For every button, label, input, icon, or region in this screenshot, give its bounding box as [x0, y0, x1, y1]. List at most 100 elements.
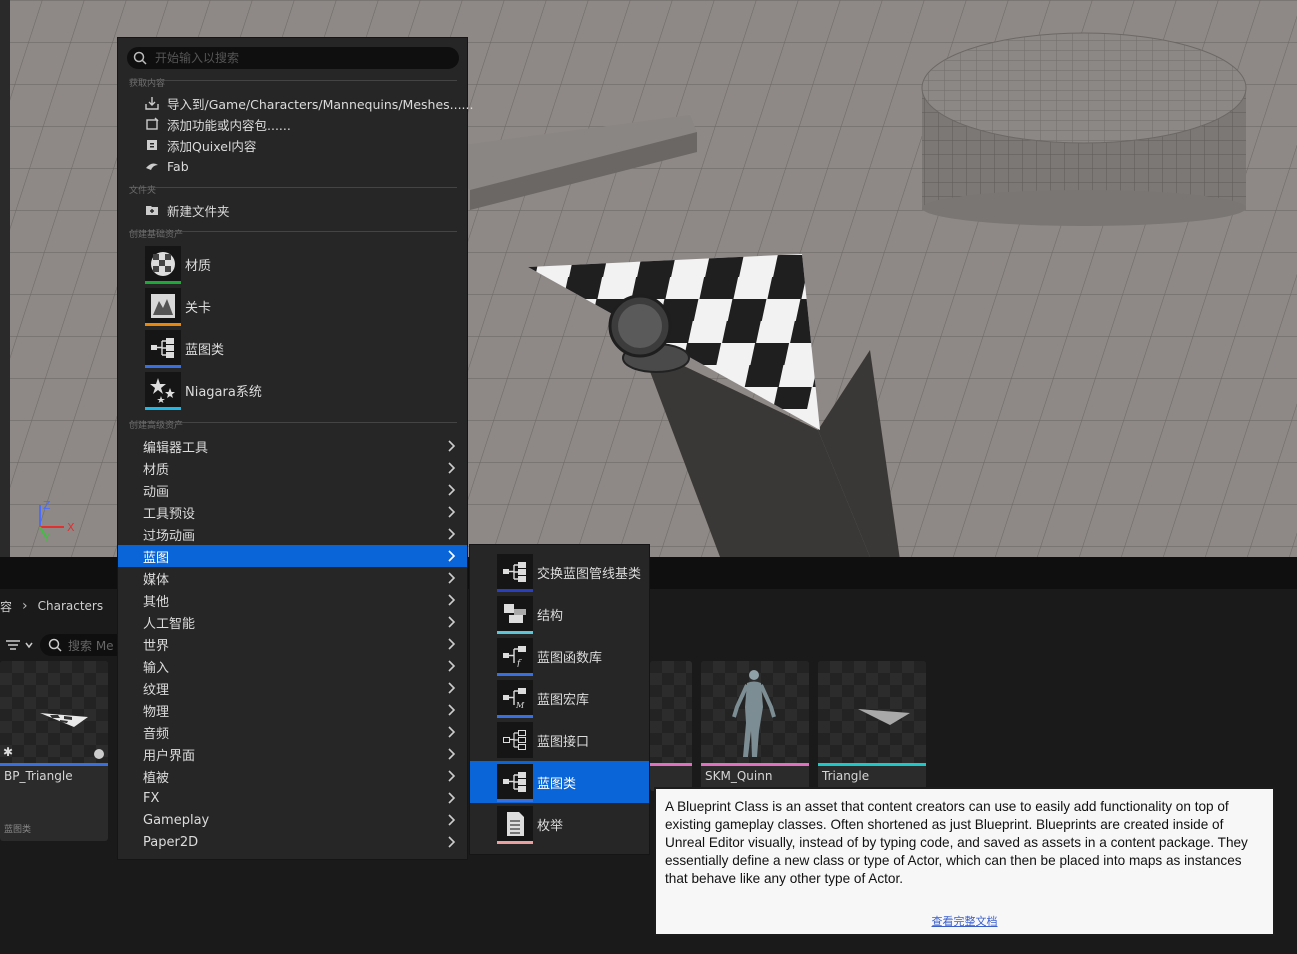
asset-tile-triangle[interactable]: Triangle: [818, 661, 926, 791]
menu-category-editor-tools[interactable]: 编辑器工具: [118, 435, 467, 457]
menu-item-label: 材质: [185, 258, 212, 274]
menu-item-add-quixel[interactable]: 添加Quixel内容: [118, 135, 467, 155]
actor-type-icon: [94, 749, 104, 759]
asset-tile-skm-quinn[interactable]: SKM_Quinn: [701, 661, 809, 791]
submenu-item-function-library[interactable]: f 蓝图函数库: [470, 635, 649, 677]
submenu-item-swap-pipeline-base[interactable]: 交换蓝图管线基类: [470, 551, 649, 593]
menu-item-add-feature-pack[interactable]: 添加功能或内容包......: [118, 114, 467, 134]
menu-item-level[interactable]: 关卡: [145, 286, 455, 326]
menu-category-fx[interactable]: FX: [118, 787, 467, 809]
enum-icon: [497, 806, 533, 844]
viewport-left-edge: [0, 0, 10, 557]
view-full-docs-link[interactable]: 查看完整文档: [656, 913, 1273, 929]
breadcrumb-item-content[interactable]: 容: [0, 598, 12, 615]
chevron-right-icon: [448, 550, 456, 562]
menu-category-foliage[interactable]: 植被: [118, 765, 467, 787]
submenu-item-label: 蓝图接口: [537, 734, 590, 750]
asset-name: Triangle: [822, 769, 870, 783]
struct-icon: [497, 596, 533, 634]
chevron-right-icon: [448, 792, 456, 804]
menu-category-physics[interactable]: 物理: [118, 699, 467, 721]
asset-thumbnail: [818, 661, 926, 763]
menu-item-blueprint-class[interactable]: 蓝图类: [145, 328, 455, 368]
section-header-folder: 文件夹: [129, 186, 157, 196]
menu-category-input[interactable]: 输入: [118, 655, 467, 677]
chevron-right-icon: [448, 572, 456, 584]
menu-item-label: 世界: [143, 638, 170, 654]
chevron-right-icon: ›: [22, 598, 28, 614]
niagara-system-icon: [145, 372, 181, 410]
chevron-right-icon: [448, 484, 456, 496]
tooltip-description: A Blueprint Class is an asset that conte…: [665, 799, 1248, 886]
submenu-item-enum[interactable]: 枚举: [470, 803, 649, 845]
menu-category-user-interface[interactable]: 用户界面: [118, 743, 467, 765]
menu-category-cinematics[interactable]: 过场动画: [118, 523, 467, 545]
menu-item-material[interactable]: 材质: [145, 244, 455, 284]
menu-search-box[interactable]: [127, 47, 459, 69]
svg-text:f: f: [516, 659, 522, 667]
chevron-right-icon: [448, 616, 456, 628]
chevron-right-icon: [448, 726, 456, 738]
submenu-item-blueprint-class[interactable]: 蓝图类: [470, 761, 649, 803]
blueprint-class-tooltip: A Blueprint Class is an asset that conte…: [654, 787, 1275, 936]
menu-item-fab[interactable]: Fab: [118, 156, 467, 176]
submenu-item-interface[interactable]: 蓝图接口: [470, 719, 649, 761]
submenu-item-label: 蓝图类: [537, 776, 577, 792]
asset-search-placeholder: 搜索 Me: [68, 638, 114, 653]
menu-item-import[interactable]: 导入到/Game/Characters/Mannequins/Meshes...…: [118, 93, 473, 113]
content-browser-toolbar: 搜索 Me: [0, 632, 128, 658]
section-header-advanced-assets: 创建高级资产: [129, 421, 184, 431]
asset-tile-partial[interactable]: [650, 661, 692, 791]
menu-item-new-folder[interactable]: 新建文件夹: [118, 200, 467, 220]
menu-category-media[interactable]: 媒体: [118, 567, 467, 589]
filter-icon: [6, 640, 33, 650]
axis-gizmo: Z X Y: [39, 499, 75, 544]
menu-item-label: 其他: [143, 594, 170, 610]
asset-thumbnail: ✱: [0, 661, 108, 763]
import-icon: [145, 96, 159, 110]
menu-category-material[interactable]: 材质: [118, 457, 467, 479]
asset-search-input[interactable]: 搜索 Me: [40, 634, 128, 656]
menu-item-niagara-system[interactable]: Niagara系统: [145, 370, 455, 410]
blueprint-class-icon: [497, 554, 533, 592]
menu-item-label: 过场动画: [143, 528, 196, 544]
menu-category-tool-presets[interactable]: 工具预设: [118, 501, 467, 523]
menu-item-label: 植被: [143, 770, 170, 786]
submenu-item-struct[interactable]: 结构: [470, 593, 649, 635]
gear-icon: ✱: [3, 745, 14, 759]
menu-category-texture[interactable]: 纹理: [118, 677, 467, 699]
menu-category-blueprint[interactable]: 蓝图: [118, 545, 467, 567]
menu-item-label: Paper2D: [143, 834, 199, 850]
asset-tile-bp-triangle[interactable]: ✱ BP_Triangle 蓝图类: [0, 661, 108, 841]
menu-category-audio[interactable]: 音频: [118, 721, 467, 743]
menu-item-label: 材质: [143, 462, 170, 478]
section-header-basic-assets: 创建基础资产: [129, 230, 184, 240]
menu-category-ai[interactable]: 人工智能: [118, 611, 467, 633]
feature-pack-icon: [145, 117, 159, 131]
submenu-item-macro-library[interactable]: M 蓝图宏库: [470, 677, 649, 719]
chevron-right-icon: [448, 704, 456, 716]
divider: [129, 80, 457, 81]
new-folder-icon: [145, 203, 159, 217]
divider: [129, 187, 457, 188]
menu-item-label: 纹理: [143, 682, 170, 698]
mannequin-icon: [732, 670, 776, 757]
menu-category-paper2d[interactable]: Paper2D: [118, 831, 467, 853]
filter-button[interactable]: [0, 634, 40, 656]
asset-type-color-bar: [650, 763, 692, 766]
menu-item-label: 蓝图类: [185, 342, 225, 358]
axis-x-label: X: [67, 521, 75, 534]
chevron-right-icon: [448, 836, 456, 848]
menu-search-input[interactable]: [153, 50, 447, 66]
menu-category-other[interactable]: 其他: [118, 589, 467, 611]
submenu-item-label: 结构: [537, 608, 564, 624]
menu-category-animation[interactable]: 动画: [118, 479, 467, 501]
menu-category-world[interactable]: 世界: [118, 633, 467, 655]
menu-item-label: 人工智能: [143, 616, 196, 632]
breadcrumb-item-characters[interactable]: Characters: [38, 599, 104, 613]
menu-item-label: 输入: [143, 660, 170, 676]
svg-text:M: M: [515, 701, 525, 709]
add-asset-context-menu: 获取内容 导入到/Game/Characters/Mannequins/Mesh…: [117, 37, 473, 860]
menu-category-gameplay[interactable]: Gameplay: [118, 809, 467, 831]
menu-item-label: 物理: [143, 704, 170, 720]
